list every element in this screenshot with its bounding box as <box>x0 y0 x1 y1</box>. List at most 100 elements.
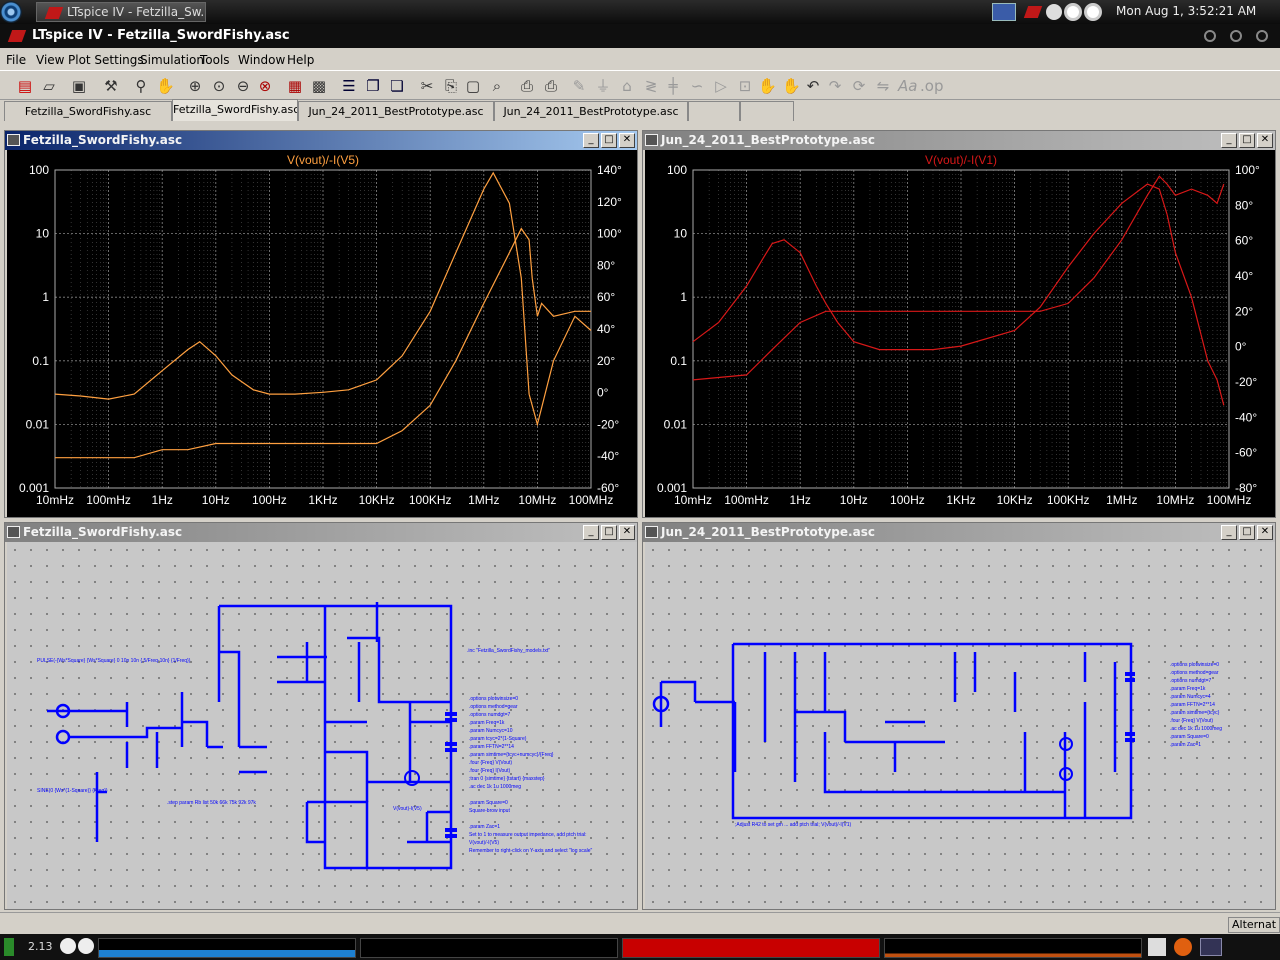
minimize-window-icon[interactable] <box>1204 30 1216 42</box>
pane-minimize-button[interactable]: _ <box>1221 133 1237 148</box>
network-graph <box>98 938 356 958</box>
diode-icon[interactable]: ▷ <box>712 77 730 95</box>
schematic-canvas-bestprototype[interactable]: ;Adjust R42 to set gm ... add ptch trial… <box>645 542 1275 909</box>
autorange-icon[interactable]: ▦ <box>286 77 304 95</box>
settings-icon[interactable] <box>1046 4 1062 20</box>
firefox-icon[interactable] <box>1174 938 1192 956</box>
zoom-fit-icon[interactable]: ⊗ <box>256 77 274 95</box>
zoom-in-icon[interactable]: ⊕ <box>186 77 204 95</box>
label-net-icon[interactable]: ⌂ <box>618 77 636 95</box>
rotate-icon[interactable]: ⟳ <box>850 77 868 95</box>
os-top-panel: LTspice IV - Fetzilla_Sw... Mon Aug 1, 3… <box>0 0 1280 24</box>
zoom-pan-icon[interactable]: ⊙ <box>210 77 228 95</box>
menu-window[interactable]: Window <box>238 53 285 67</box>
os-menu-icon[interactable] <box>0 1 22 23</box>
taskbar-item-ltspice[interactable]: LTspice IV - Fetzilla_Sw... <box>36 2 206 22</box>
tab-bestprototype-schematic[interactable]: Jun_24_2011_BestPrototype.asc <box>298 101 494 121</box>
move-icon[interactable]: ✋ <box>758 77 777 95</box>
drag-icon[interactable]: ✋ <box>782 77 801 95</box>
bode-plot-bestprototype[interactable]: 10mHz 100mHz 1Hz 10Hz 100Hz 1KHz 10KHz 100KHz 1M… <box>645 150 1275 517</box>
ground-icon[interactable]: ⏚ <box>594 77 612 95</box>
tab-bestprototype-plot[interactable]: Jun_24_2011_BestPrototype.asc <box>494 101 688 121</box>
pane-title-bar[interactable]: Jun_24_2011_BestPrototype.asc <box>643 131 1275 150</box>
print-setup-icon[interactable]: ⎙ <box>518 77 536 95</box>
pane-minimize-button[interactable]: _ <box>583 525 599 540</box>
component-icon[interactable]: ⊡ <box>736 77 754 95</box>
pane-maximize-button[interactable]: □ <box>1239 525 1255 540</box>
halt-icon[interactable]: ✋ <box>156 77 175 95</box>
inductor-icon[interactable]: ∽ <box>688 77 706 95</box>
tab-empty-2[interactable] <box>740 101 794 121</box>
save-icon[interactable]: ▣ <box>70 77 88 95</box>
tile-vertical-icon[interactable]: ❏ <box>388 77 406 95</box>
pane-title-bar[interactable]: Fetzilla_SwordFishy.asc <box>5 523 637 542</box>
tab-fetzilla-schematic[interactable]: Fetzilla_SwordFishy.asc <box>4 101 172 121</box>
terminal-icon[interactable] <box>1148 938 1166 956</box>
pane-maximize-button[interactable]: □ <box>601 525 617 540</box>
mail-icon[interactable] <box>992 3 1016 21</box>
bode-plot-fetzilla[interactable]: 10mHz 100mHz 1Hz 10Hz 100Hz 1KHz 10KHz 100KHz 1M… <box>7 150 637 517</box>
zoom-out-icon[interactable]: ⊖ <box>234 77 252 95</box>
paste-icon[interactable]: ▢ <box>464 77 482 95</box>
schematic-pane-bestprototype[interactable]: Jun_24_2011_BestPrototype.asc _ □ ✕ ;Adj… <box>642 522 1276 910</box>
pane-minimize-button[interactable]: _ <box>1221 525 1237 540</box>
menu-view[interactable]: View <box>36 53 64 67</box>
ltspice-launcher-icon[interactable] <box>1200 938 1222 956</box>
menu-simulation[interactable]: Simulation <box>140 53 204 67</box>
pane-close-button[interactable]: ✕ <box>619 525 635 540</box>
x-tick-label: 100KHz <box>1047 493 1090 507</box>
maximize-window-icon[interactable] <box>1230 30 1242 42</box>
svg-text:.param Freq=1k: .param Freq=1k <box>1170 686 1206 692</box>
spice-directive-icon[interactable]: .op <box>920 77 943 95</box>
menu-help[interactable]: Help <box>287 53 314 67</box>
y2-tick-label: -60° <box>1235 446 1257 460</box>
grid-icon[interactable]: ▩ <box>310 77 328 95</box>
copy-icon[interactable]: ⎘ <box>442 77 460 95</box>
pane-close-button[interactable]: ✕ <box>1257 525 1273 540</box>
menu-file[interactable]: File <box>6 53 26 67</box>
close-window-icon[interactable] <box>1256 30 1268 42</box>
cut-icon[interactable]: ✂ <box>418 77 436 95</box>
menu-plot-settings[interactable]: Plot Settings <box>68 53 144 67</box>
svg-text:.param FFTN=2**14: .param FFTN=2**14 <box>469 744 514 750</box>
x-tick-label: 10Hz <box>202 493 230 507</box>
clock[interactable]: Mon Aug 1, 3:52:21 AM <box>1116 4 1256 18</box>
pane-maximize-button[interactable]: □ <box>601 133 617 148</box>
svg-text:.options plotwinsize=0: .options plotwinsize=0 <box>1170 662 1219 668</box>
run-icon[interactable]: ⚲ <box>132 77 150 95</box>
open-icon[interactable]: ▱ <box>40 77 58 95</box>
pane-minimize-button[interactable]: _ <box>583 133 599 148</box>
control-panel-icon[interactable]: ⚒ <box>102 77 120 95</box>
redo-icon[interactable]: ↷ <box>826 77 844 95</box>
new-schematic-icon[interactable]: ▤ <box>16 77 34 95</box>
undo-icon[interactable]: ↶ <box>804 77 822 95</box>
pane-title-bar[interactable]: Jun_24_2011_BestPrototype.asc <box>643 523 1275 542</box>
pane-title-bar[interactable]: Fetzilla_SwordFishy.asc <box>5 131 637 150</box>
resistor-icon[interactable]: ≷ <box>642 77 660 95</box>
pane-close-button[interactable]: ✕ <box>619 133 635 148</box>
schematic-canvas-fetzilla[interactable]: PULSE(-{Ws*Square} {Ws*Square} 0 10n 10n… <box>7 542 637 909</box>
menu-tools[interactable]: Tools <box>200 53 230 67</box>
y-tick-label: 0.1 <box>670 354 687 368</box>
pane-maximize-button[interactable]: □ <box>1239 133 1255 148</box>
plot-pane-fetzilla[interactable]: Fetzilla_SwordFishy.asc _ □ ✕ 10mHz 100mH… <box>4 130 638 518</box>
tab-empty-1[interactable] <box>688 101 740 121</box>
ltspice-tray-icon[interactable] <box>1023 6 1043 18</box>
plot-pane-bestprototype[interactable]: Jun_24_2011_BestPrototype.asc _ □ ✕ 10mH… <box>642 130 1276 518</box>
pane-close-button[interactable]: ✕ <box>1257 133 1273 148</box>
text-icon[interactable]: Aa <box>898 77 917 95</box>
x-tick-label: 100MHz <box>1207 493 1252 507</box>
plot-title: V(vout)/-I(V5) <box>287 153 359 167</box>
cascade-icon[interactable]: ❐ <box>364 77 382 95</box>
tab-fetzilla-plot[interactable]: Fetzilla_SwordFishy.asc <box>172 99 298 121</box>
x-tick-label: 1KHz <box>946 493 975 507</box>
print-icon[interactable]: ⎙ <box>542 77 560 95</box>
tile-horizontal-icon[interactable]: ☰ <box>340 77 358 95</box>
eye-left-icon <box>1064 3 1082 21</box>
window-title-bar[interactable]: LTspice IV - Fetzilla_SwordFishy.asc <box>0 24 1280 48</box>
find-icon[interactable]: ⌕ <box>488 77 506 95</box>
capacitor-icon[interactable]: ╪ <box>664 77 682 95</box>
schematic-pane-fetzilla[interactable]: Fetzilla_SwordFishy.asc _ □ ✕ PULSE(-{Ws… <box>4 522 638 910</box>
mirror-icon[interactable]: ⇋ <box>874 77 892 95</box>
wire-icon[interactable]: ✎ <box>570 77 588 95</box>
